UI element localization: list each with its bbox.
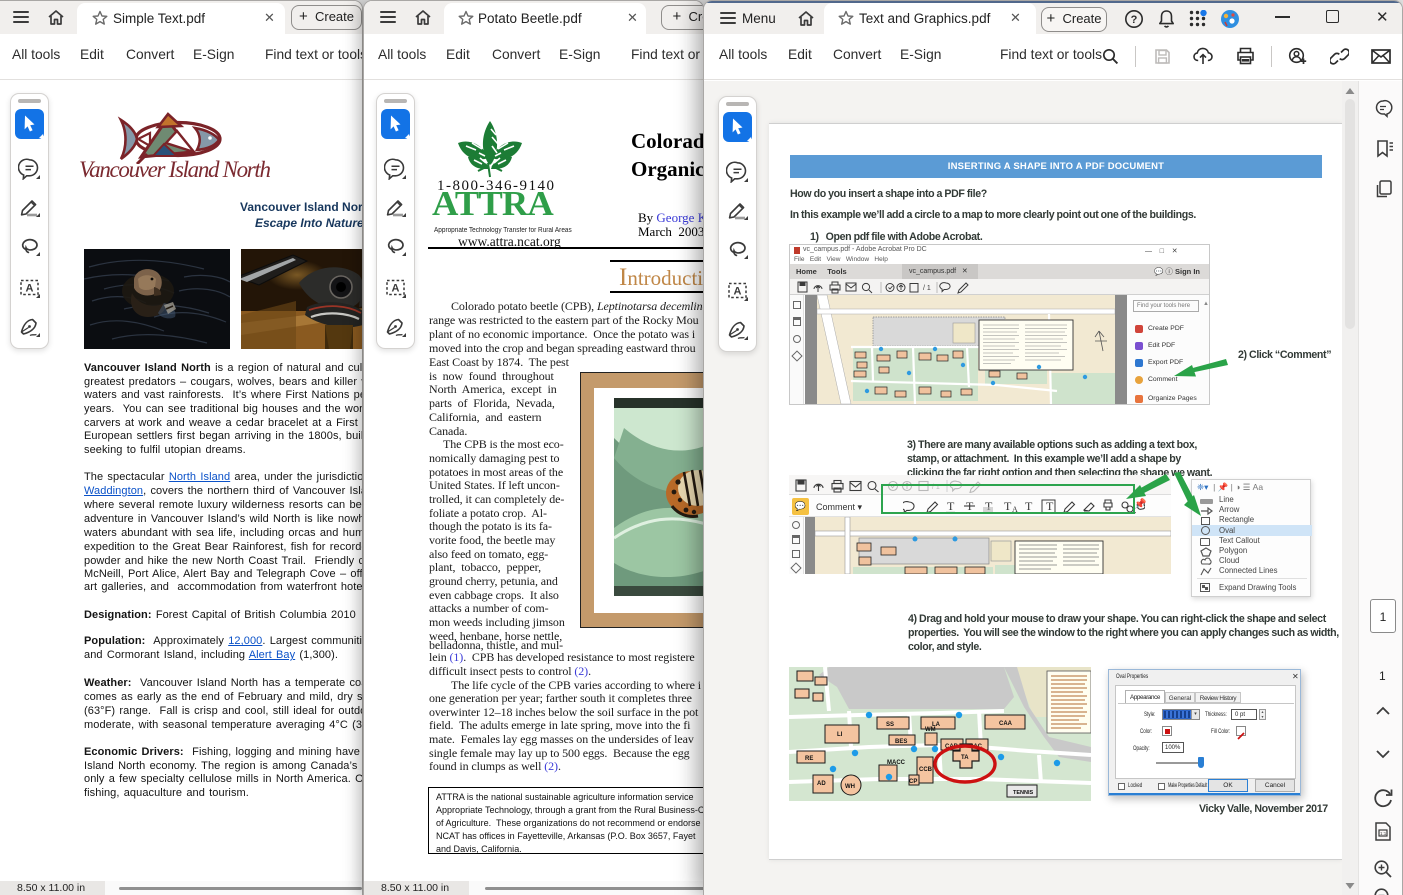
svg-text:/ 1: / 1 — [923, 285, 931, 292]
svg-text:Vancouver Island North: Vancouver Island North — [79, 157, 271, 182]
svg-text:WH: WH — [845, 784, 855, 790]
svg-text:LI: LI — [837, 732, 843, 738]
svg-text:1:1: 1:1 — [1380, 831, 1387, 836]
svg-text:MACC: MACC — [887, 760, 906, 766]
svg-text:WM: WM — [925, 727, 936, 733]
svg-text:AD: AD — [817, 781, 826, 787]
svg-text:TA: TA — [961, 755, 969, 761]
svg-text:SS: SS — [886, 722, 894, 728]
svg-text:CAA: CAA — [999, 721, 1013, 727]
svg-text:A: A — [392, 283, 400, 295]
svg-text:?: ? — [1131, 14, 1138, 26]
svg-text:BES: BES — [895, 739, 907, 745]
svg-text:A: A — [26, 283, 34, 295]
svg-text:A: A — [734, 286, 742, 298]
svg-text:TENNIS: TENNIS — [1013, 790, 1034, 796]
svg-text:RE: RE — [805, 756, 813, 762]
svg-text:CP: CP — [909, 779, 917, 785]
svg-text:CCB: CCB — [919, 767, 933, 773]
